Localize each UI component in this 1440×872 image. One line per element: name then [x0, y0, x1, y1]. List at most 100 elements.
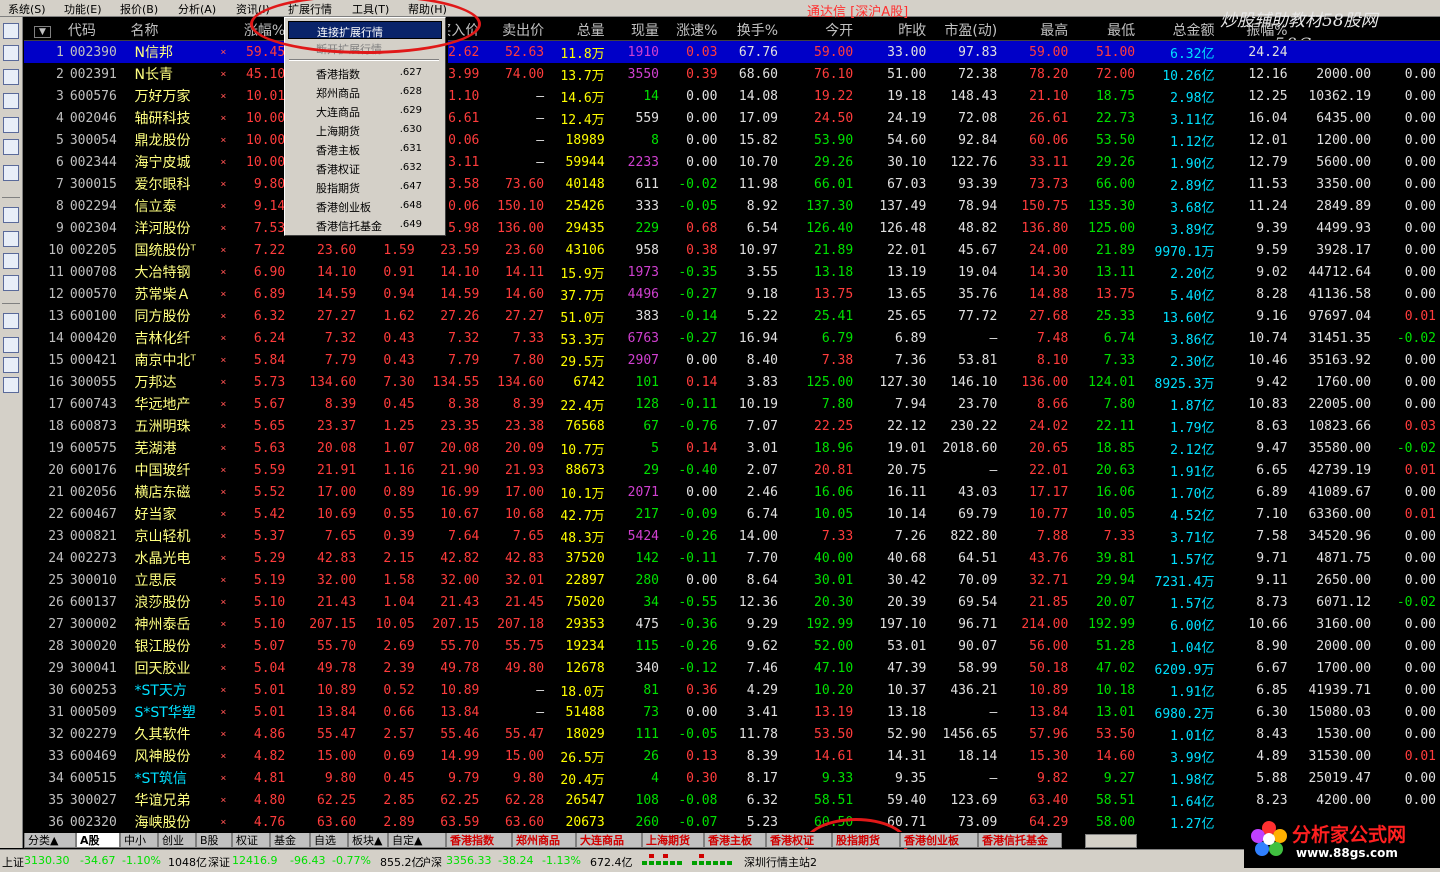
market-tab[interactable]: 基金: [270, 833, 310, 848]
table-row[interactable]: 36 002320 海峡股份 × 4.76 63.60 2.89 63.59 63.60 2067…: [24, 811, 1440, 833]
menu-item-1[interactable]: 功能(E): [64, 1, 102, 17]
table-row[interactable]: 29 300041 回天胶业 × 5.04 49.78 2.39 49.78 49.80 1267…: [24, 657, 1440, 679]
table-row[interactable]: 24 002273 水晶光电 × 5.29 42.83 2.15 42.82 42.83 3752…: [24, 547, 1440, 569]
table-row[interactable]: 3600576万好万家×10.0121.101.9221.10—14.6万140…: [24, 85, 1440, 107]
dropdown-item[interactable]: 股指期货 .647: [288, 178, 442, 196]
table-row[interactable]: 27 300002 神州泰岳 × 5.10 207.15 10.05 207.15 207.18…: [24, 613, 1440, 635]
web-icon[interactable]: [3, 253, 19, 269]
column-header[interactable]: 昨收: [857, 20, 931, 41]
market-tab[interactable]: 板块▲: [348, 833, 388, 848]
market-tab[interactable]: 权证: [232, 833, 270, 848]
dropdown-item[interactable]: 大连商品 .629: [288, 102, 442, 120]
dropdown-item[interactable]: 香港主板 .631: [288, 140, 442, 158]
column-header[interactable]: 涨幅%: [230, 20, 290, 41]
column-header[interactable]: 卖出价: [483, 20, 549, 41]
column-header[interactable]: 总金额: [1139, 20, 1219, 41]
column-header[interactable]: ▼: [24, 20, 68, 41]
table-row[interactable]: 6002344海宁皮城×10.0033.113.0133.11—59944223…: [24, 151, 1440, 173]
table-row[interactable]: 17 600743 华远地产 × 5.67 8.39 0.45 8.38 8.39 22.4万 12…: [24, 393, 1440, 415]
column-header[interactable]: 最高: [1001, 20, 1073, 41]
market-tab[interactable]: 自选: [310, 833, 348, 848]
menu-item-0[interactable]: 系统(S): [8, 1, 46, 17]
column-header[interactable]: 振幅%: [1218, 20, 1292, 41]
grid-icon[interactable]: [3, 23, 19, 39]
column-header[interactable]: 最低: [1072, 20, 1140, 41]
report-icon[interactable]: [3, 117, 19, 133]
column-header[interactable]: 现量: [608, 20, 663, 41]
table-row[interactable]: 10 002205 国统股份ᵀ × 7.22 23.60 1.59 23.59 23.60 431…: [24, 239, 1440, 261]
market-tab[interactable]: B股: [196, 833, 232, 848]
column-header[interactable]: 换手%: [721, 20, 783, 41]
list-icon[interactable]: [3, 45, 19, 61]
table-row[interactable]: 4002046轴研科技×10.0026.612.4226.61—12.4万559…: [24, 107, 1440, 129]
market-tab[interactable]: 中小: [120, 833, 158, 848]
table-row[interactable]: 5300054鼎龙股份×10.0060.065.4660.06—1898980.…: [24, 129, 1440, 151]
column-header[interactable]: 今开: [782, 20, 858, 41]
exit-icon[interactable]: [3, 377, 19, 393]
column-header[interactable]: [1291, 20, 1376, 41]
dropdown-item[interactable]: 郑州商品 .628: [288, 83, 442, 101]
menu-item-6[interactable]: 资讯(I): [236, 1, 270, 17]
candle-icon[interactable]: [3, 93, 19, 109]
table-row[interactable]: 30 600253 *ST天方 × 5.01 10.89 0.52 10.89 — 18.0万 81…: [24, 679, 1440, 701]
column-header[interactable]: 总量: [548, 20, 609, 41]
table-row[interactable]: 8002294信立泰×9.14150.0612.57150.06150.1025…: [24, 195, 1440, 217]
market-tab[interactable]: 郑州商品: [512, 833, 576, 848]
etf-icon[interactable]: [3, 275, 19, 291]
formula-icon[interactable]: [3, 231, 19, 247]
table-row[interactable]: 34 600515 *ST筑信 × 4.81 9.80 0.45 9.79 9.80 20.4万 4…: [24, 767, 1440, 789]
sort-dropdown-icon[interactable]: ▼: [34, 26, 51, 38]
table-row[interactable]: 18 600873 五洲明珠 × 5.65 23.37 1.25 23.35 23.38 7656…: [24, 415, 1440, 437]
table-row[interactable]: 22 600467 好当家 × 5.42 10.69 0.55 10.67 10.68 42.7万…: [24, 503, 1440, 525]
warning-icon[interactable]: [3, 165, 19, 181]
market-tab[interactable]: 上海期货: [642, 833, 704, 848]
table-row[interactable]: 20 600176 中国玻纤 × 5.59 21.91 1.16 21.90 21.93 8867…: [24, 459, 1440, 481]
table-row[interactable]: 19 600575 芜湖港 × 5.63 20.08 1.07 20.08 20.09 10.7万…: [24, 437, 1440, 459]
config-icon[interactable]: [3, 357, 19, 373]
market-tab[interactable]: A股: [76, 833, 120, 848]
dropdown-item[interactable]: 香港创业板 .648: [288, 197, 442, 215]
dropdown-item[interactable]: 上海期货 .630: [288, 121, 442, 139]
menu-item-7[interactable]: 帮助(H): [408, 1, 447, 17]
market-tab[interactable]: 香港权证: [766, 833, 832, 848]
table-row[interactable]: 32 002279 久其软件 × 4.86 55.47 2.57 55.46 55.47 1802…: [24, 723, 1440, 745]
dropdown-item[interactable]: 香港指数 .627: [288, 64, 442, 82]
menu-item-2[interactable]: 报价(B): [120, 1, 158, 17]
market-tab[interactable]: 大连商品: [576, 833, 642, 848]
tools-icon[interactable]: [3, 337, 19, 353]
column-header[interactable]: [1375, 20, 1440, 41]
dropdown-item[interactable]: 断开扩展行情: [288, 39, 442, 57]
market-tab[interactable]: 自定▲: [388, 833, 446, 848]
column-header[interactable]: 代码: [67, 20, 131, 41]
table-row[interactable]: 16 300055 万邦达 × 5.73 134.60 7.30 134.55 134.60 67…: [24, 371, 1440, 393]
table-row[interactable]: 21 002056 横店东磁 × 5.52 17.00 0.89 16.99 17.00 10.1…: [24, 481, 1440, 503]
news-icon[interactable]: [3, 139, 19, 155]
market-tab[interactable]: 股指期货: [832, 833, 900, 848]
table-row[interactable]: 28 300020 银江股份 × 5.07 55.70 2.69 55.70 55.75 1923…: [24, 635, 1440, 657]
table-row[interactable]: 35 300027 华谊兄弟 × 4.80 62.25 2.85 62.25 62.28 2654…: [24, 789, 1440, 811]
table-row[interactable]: 23 000821 京山轻机 × 5.37 7.65 0.39 7.64 7.65 48.3万 54…: [24, 525, 1440, 547]
column-header[interactable]: 名称: [130, 20, 217, 41]
market-tab[interactable]: 香港指数: [446, 833, 512, 848]
dropdown-item[interactable]: 香港信托基金 .649: [288, 216, 442, 234]
menu-item-5[interactable]: 工具(T): [352, 1, 389, 17]
column-header[interactable]: [216, 20, 231, 41]
table-row[interactable]: 1002390N信邦×59.4552.6219.6252.6252.6311.8…: [24, 40, 1440, 63]
table-row[interactable]: 33 600469 风神股份 × 4.82 15.00 0.69 14.99 15.00 26.5…: [24, 745, 1440, 767]
table-row[interactable]: 31 000509 S*ST华塑 × 5.01 13.84 0.66 13.84 — 51488 7…: [24, 701, 1440, 723]
users-icon[interactable]: [3, 207, 19, 223]
horizontal-scrollbar[interactable]: [1085, 834, 1137, 848]
market-tab[interactable]: 创业: [158, 833, 196, 848]
dropdown-item[interactable]: 连接扩展行情: [288, 21, 442, 39]
market-tab[interactable]: 分类▲: [24, 833, 76, 848]
chart-icon[interactable]: [3, 69, 19, 85]
table-row[interactable]: 26 600137 浪莎股份 × 5.10 21.43 1.04 21.43 21.45 7502…: [24, 591, 1440, 613]
column-header[interactable]: 涨速%: [662, 20, 722, 41]
table-row[interactable]: 11 000708 大冶特钢 × 6.90 14.10 0.91 14.10 14.11 15.9…: [24, 261, 1440, 283]
table-row[interactable]: 25 300010 立思辰 × 5.19 32.00 1.58 32.00 32.01 22897…: [24, 569, 1440, 591]
dropdown-item[interactable]: 香港权证 .632: [288, 159, 442, 177]
column-header[interactable]: 市盈(动): [930, 20, 1002, 41]
table-row[interactable]: 14 000420 吉林化纤 × 6.24 7.32 0.43 7.32 7.33 53.3万 67…: [24, 327, 1440, 349]
table-row[interactable]: 12 000570 苏常柴Ａ × 6.89 14.59 0.94 14.59 14.60 37.7…: [24, 283, 1440, 305]
table-row[interactable]: 9002304洋河股份×7.53135.989.52135.98136.0029…: [24, 217, 1440, 239]
